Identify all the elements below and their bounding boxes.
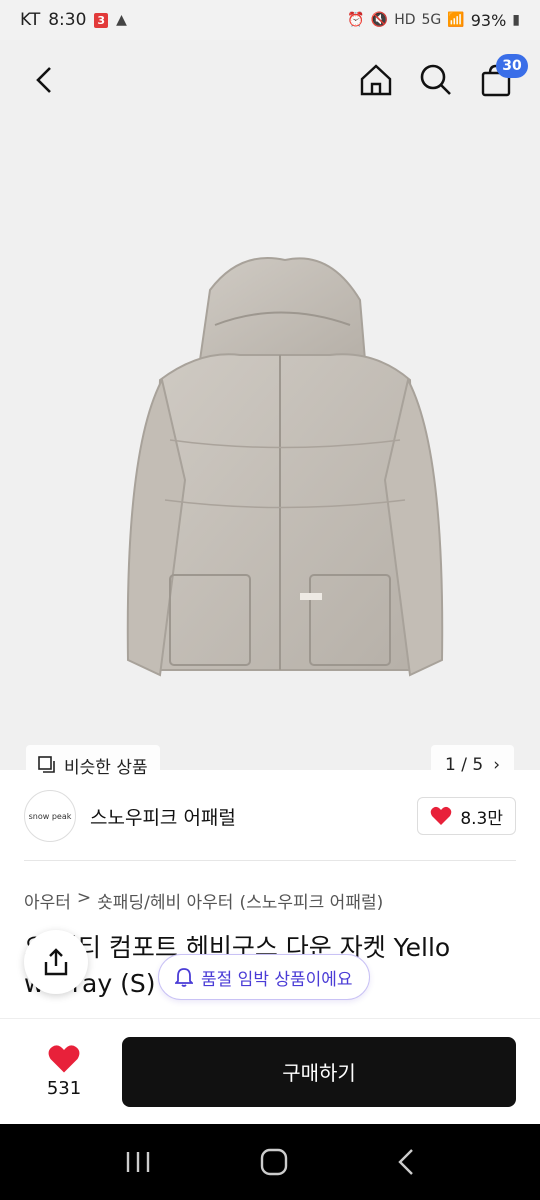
recent-apps-icon[interactable] [123, 1149, 153, 1175]
back-arrow-icon [36, 67, 51, 93]
copy-icon [38, 756, 55, 773]
heart-icon [431, 806, 452, 825]
back-nav-icon[interactable] [395, 1147, 417, 1177]
breadcrumb-separator: > [76, 888, 92, 908]
clock: 8:30 [48, 10, 87, 30]
image-pager[interactable]: 1 / 5 › [431, 745, 514, 785]
battery-icon: ▮ [512, 12, 520, 28]
carrier-label: KT [20, 10, 41, 30]
product-image [126, 257, 444, 677]
breadcrumb-item[interactable]: (스노우피크 어패럴) [239, 888, 383, 913]
cart-button[interactable]: 30 [476, 54, 528, 100]
share-button[interactable] [24, 930, 88, 994]
similar-products-button[interactable]: 비슷한 상품 [26, 745, 160, 785]
system-navigation-bar [0, 1124, 540, 1200]
back-button[interactable] [24, 60, 64, 100]
cart-count-badge: 30 [496, 54, 528, 78]
seller-logo[interactable]: snow peak [24, 790, 76, 842]
signal-icon: 📶 [447, 12, 465, 28]
search-icon [420, 64, 451, 95]
home-icon [360, 64, 392, 96]
share-icon [44, 948, 68, 976]
wishlist-count: 531 [46, 1078, 82, 1099]
battery-percent: 93% [470, 10, 507, 30]
buy-button[interactable]: 구매하기 [122, 1036, 516, 1107]
home-button[interactable] [356, 60, 396, 100]
heart-icon [48, 1045, 80, 1073]
purchase-bar: 531 구매하기 [0, 1018, 540, 1124]
stock-alert-text: 품절 임박 상품이에요 [201, 969, 353, 990]
mute-icon: 🔇 [370, 12, 389, 28]
chevron-right-icon: › [493, 755, 500, 775]
home-nav-icon[interactable] [259, 1147, 289, 1177]
product-image-gallery[interactable]: 비슷한 상품 1 / 5 › [0, 40, 540, 785]
seller-logo-text: snow peak [28, 811, 72, 821]
status-bar: KT 8:30 3 ▲ ⏰ 🔇 HD 5G 📶 93% ▮ [0, 0, 540, 40]
breadcrumb-item[interactable]: 아우터 [24, 888, 71, 913]
stock-alert-pill[interactable]: 품절 임박 상품이에요 [158, 954, 370, 1000]
seller-row[interactable]: snow peak 스노우피크 어패럴 8.3만 [24, 785, 516, 847]
warning-icon: ▲ [116, 12, 127, 28]
bell-icon [175, 968, 193, 987]
breadcrumb-item[interactable]: 숏패딩/헤비 아우터 [97, 888, 233, 913]
hd-icon: HD [394, 12, 416, 28]
divider [24, 860, 516, 861]
top-navigation: 30 [0, 40, 540, 120]
search-button[interactable] [416, 60, 456, 100]
alarm-icon: ⏰ [347, 12, 365, 28]
seller-like-count: 8.3만 [460, 808, 503, 829]
image-pager-label: 1 / 5 [445, 755, 484, 775]
similar-products-label: 비슷한 상품 [64, 757, 148, 778]
seller-name[interactable]: 스노우피크 어패럴 [90, 803, 236, 830]
buy-button-label: 구매하기 [282, 1061, 356, 1085]
5g-icon: 5G [421, 12, 442, 28]
wishlist-button[interactable]: 531 [24, 1044, 104, 1099]
app-notification-icon: 3 [94, 12, 109, 28]
breadcrumb: 아우터 > 숏패딩/헤비 아우터 (스노우피크 어패럴) [24, 888, 383, 913]
seller-like-button[interactable]: 8.3만 [417, 797, 516, 835]
